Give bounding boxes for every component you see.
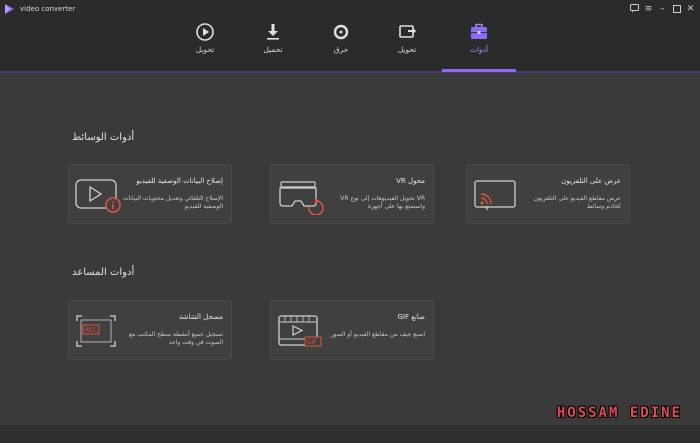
toolbox-icon	[471, 23, 487, 39]
nav-tab-label: تحميل	[263, 45, 283, 54]
app-logo-icon	[5, 4, 14, 14]
card-cast-to-tv[interactable]: عرض على التلفزيون عرض مقاطع الفيديو على …	[466, 164, 630, 224]
watermark-text: HOSSAM EDINE	[556, 405, 682, 421]
minimize-button[interactable]: –	[656, 2, 669, 15]
nav-divider	[0, 71, 700, 73]
card-description: اصنع جيف من مقاطع الفيديو أو الصور	[330, 331, 425, 338]
section-title-media-tools: أدوات الوسائط	[72, 132, 135, 143]
title-bar: video converter ≡ – ✕	[0, 0, 700, 18]
card-title: محول VR	[396, 177, 425, 185]
nav-tab-transfer[interactable]: تحويل	[377, 18, 437, 72]
menu-icon[interactable]: ≡	[642, 2, 655, 15]
nav-tab-burn[interactable]: حرق	[311, 18, 371, 72]
card-description: VR تحويل الفيديوهات إلى نوع VR واستمتع ب…	[340, 195, 425, 210]
feedback-icon[interactable]	[628, 2, 641, 15]
rec-badge: REC	[85, 327, 97, 334]
card-screen-recorder[interactable]: REC مسجل الشاشة تسجيل جميع أنشطة سطح الم…	[68, 300, 232, 360]
card-title: مسجل الشاشة	[178, 313, 223, 321]
burn-disc-icon	[333, 24, 349, 40]
active-tab-indicator	[442, 69, 516, 72]
nav-tab-label: أدوات	[469, 45, 489, 54]
card-video-metadata-fix[interactable]: إصلاح البيانات الوصفية للفيديو الإصلاح ا…	[68, 164, 232, 224]
close-button[interactable]: ✕	[684, 2, 697, 15]
card-gif-maker[interactable]: GIF صانع GIF اصنع جيف من مقاطع الفيديو أ…	[270, 300, 434, 360]
nav-tab-label: تحويل	[397, 45, 417, 54]
nav-tab-convert[interactable]: تحويل	[175, 18, 235, 72]
download-icon	[267, 24, 279, 40]
nav-tab-download[interactable]: تحميل	[243, 18, 303, 72]
card-title: إصلاح البيانات الوصفية للفيديو	[136, 177, 223, 185]
gif-badge: GIF	[307, 339, 317, 346]
app-window: video converter ≡ – ✕ تحويل تحميل حرق تح…	[0, 0, 700, 443]
nav-tab-label: تحويل	[195, 45, 215, 54]
card-title: عرض على التلفزيون	[561, 177, 621, 185]
nav-tab-toolbox[interactable]: أدوات	[449, 18, 509, 72]
window-controls: ≡ – ✕	[628, 2, 697, 15]
main-nav: تحويل تحميل حرق تحويل أدوات	[0, 18, 700, 72]
app-title: video converter	[20, 5, 76, 13]
play-circle-icon	[196, 23, 214, 41]
card-vr-converter[interactable]: محول VR VR تحويل الفيديوهات إلى نوع VR و…	[270, 164, 434, 224]
card-title: صانع GIF	[397, 313, 426, 321]
card-description: عرض مقاطع الفيديو على التلفزيون كخادم وس…	[533, 195, 621, 210]
transfer-icon	[399, 25, 416, 38]
card-description: الإصلاح التلقائي وتعديل محتويات البيانات…	[122, 195, 223, 210]
nav-tab-label: حرق	[333, 45, 349, 54]
bottom-strip	[0, 425, 700, 443]
maximize-button[interactable]	[670, 2, 683, 15]
section-title-helper-tools: أدوات المساعد	[72, 267, 135, 278]
card-description: تسجيل جميع أنشطة سطح المكتب مع الصوت في …	[128, 331, 223, 346]
